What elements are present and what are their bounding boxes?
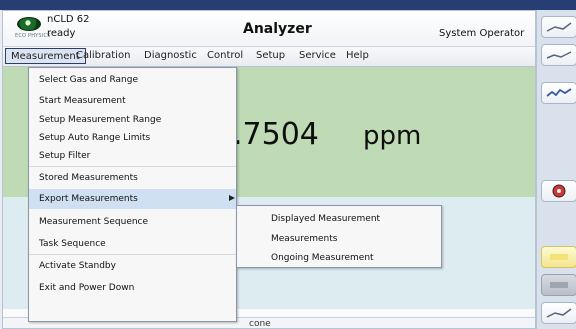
menu-item-measurement-sequence[interactable]: Measurement Sequence [29, 212, 236, 232]
submenu-item-ongoing-measurement[interactable]: Ongoing Measurement [237, 249, 441, 268]
menu-item-start-measurement[interactable]: Start Measurement [29, 91, 236, 111]
menu-diagnostic[interactable]: Diagnostic [139, 48, 202, 64]
menu-item-setup-measurement-range[interactable]: Setup Measurement Range [29, 110, 236, 130]
menu-item-setup-filter[interactable]: Setup Filter [29, 146, 236, 166]
logo-subtext: ECO PHYSICS [15, 33, 51, 39]
export-submenu: Displayed Measurement Measurements Ongoi… [236, 205, 442, 268]
trend-icon [546, 88, 572, 97]
menubar: Measurement Calibration Diagnostic Contr… [3, 47, 535, 67]
measurement-value: .7504 [233, 117, 319, 152]
gray-indicator-icon [550, 282, 568, 288]
user-label: System Operator [439, 28, 525, 39]
toolbar-button-2[interactable] [541, 44, 576, 66]
menu-item-stored-measurements[interactable]: Stored Measurements [29, 168, 236, 188]
submenu-arrow-icon [229, 195, 235, 201]
chart-icon [546, 22, 572, 32]
measurement-dropdown-menu: Select Gas and Range Start Measurement S… [28, 67, 237, 322]
menu-separator [29, 254, 236, 255]
chart-icon [546, 308, 572, 318]
menu-separator [29, 166, 236, 167]
menu-control[interactable]: Control [202, 48, 248, 64]
yellow-indicator-icon [550, 254, 568, 260]
toolbar-button-3[interactable] [541, 82, 576, 104]
submenu-item-measurements[interactable]: Measurements [237, 230, 441, 249]
app-title: Analyzer [243, 21, 312, 37]
menu-item-activate-standby[interactable]: Activate Standby [29, 256, 236, 276]
device-name: nCLD 62 [47, 14, 90, 25]
menu-setup[interactable]: Setup [251, 48, 290, 64]
toolbar-button-5[interactable] [541, 246, 576, 268]
menu-item-select-gas-and-range[interactable]: Select Gas and Range [29, 70, 236, 90]
device-logo-icon [17, 17, 41, 31]
toolbar-button-6[interactable] [541, 274, 576, 296]
toolbar-button-7[interactable] [541, 302, 576, 324]
alarm-icon [552, 184, 566, 198]
right-toolbar [536, 10, 576, 329]
toolbar-button-1[interactable] [541, 16, 576, 38]
submenu-item-displayed-measurement[interactable]: Displayed Measurement [237, 210, 441, 229]
measurement-unit: ppm [363, 121, 422, 151]
menu-item-export-measurements[interactable]: Export Measurements [29, 189, 236, 209]
menu-service[interactable]: Service [294, 48, 341, 64]
menu-calibration[interactable]: Calibration [71, 48, 135, 64]
status-text: cone [249, 319, 271, 329]
toolbar-button-4[interactable] [541, 180, 576, 202]
device-status: ready [47, 28, 76, 39]
menu-item-task-sequence[interactable]: Task Sequence [29, 234, 236, 254]
menu-help[interactable]: Help [341, 48, 374, 64]
chart-icon [546, 51, 572, 59]
menu-item-setup-auto-range-limits[interactable]: Setup Auto Range Limits [29, 128, 236, 148]
top-system-bar [0, 0, 576, 10]
menu-item-exit-and-power-down[interactable]: Exit and Power Down [29, 278, 236, 298]
app-header: ECO PHYSICS nCLD 62 ready Analyzer Syste… [3, 11, 535, 47]
